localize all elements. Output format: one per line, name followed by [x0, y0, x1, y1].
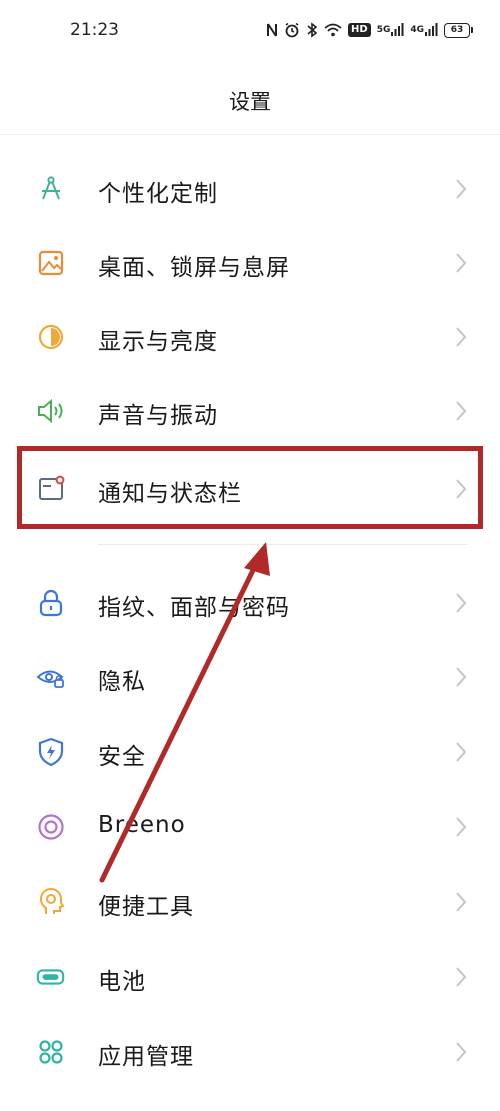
signal-4g-icon: 4G: [410, 20, 438, 40]
settings-item-label: 个性化定制: [98, 181, 218, 207]
status-time: 21:23: [70, 20, 119, 40]
header: 设置: [0, 62, 500, 135]
privacy-eye-icon: [36, 662, 66, 692]
breeno-icon: [36, 812, 66, 842]
settings-item-label: 桌面、锁屏与息屏: [98, 255, 290, 281]
bluetooth-icon: [306, 20, 318, 40]
brightness-icon: [36, 322, 66, 352]
settings-item-personalization[interactable]: 个性化定制: [0, 152, 500, 226]
section-divider: [98, 544, 468, 545]
chevron-right-icon: [454, 739, 468, 765]
status-bar: 21:23 HD 5G 4G 63: [0, 0, 500, 62]
wifi-icon: [324, 20, 342, 40]
chevron-right-icon: [454, 176, 468, 202]
nfc-icon: [266, 20, 278, 40]
lock-icon: [36, 588, 66, 618]
signal-5g-icon: 5G: [377, 20, 405, 40]
chevron-right-icon: [454, 1039, 468, 1065]
settings-item-privacy[interactable]: 隐私: [0, 640, 500, 714]
chevron-right-icon: [454, 814, 468, 840]
chevron-right-icon: [454, 964, 468, 990]
settings-item-shortcut-tools[interactable]: 便捷工具: [0, 865, 500, 939]
shortcut-tools-icon: [36, 887, 66, 917]
settings-item-label: 应用管理: [98, 1044, 194, 1070]
status-icons: HD 5G 4G 63: [266, 20, 473, 40]
speaker-icon: [36, 396, 66, 426]
settings-item-security[interactable]: 安全: [0, 715, 500, 789]
settings-item-label: Breeno: [98, 812, 186, 838]
chevron-right-icon: [454, 398, 468, 424]
hd-badge: HD: [348, 23, 371, 37]
settings-item-label: 便捷工具: [98, 894, 194, 920]
settings-item-desktop-lockscreen[interactable]: 桌面、锁屏与息屏: [0, 226, 500, 300]
chevron-right-icon: [454, 664, 468, 690]
wallpaper-icon: [36, 248, 66, 278]
settings-item-battery[interactable]: 电池: [0, 940, 500, 1014]
chevron-right-icon: [454, 889, 468, 915]
settings-item-sound-vibration[interactable]: 声音与振动: [0, 374, 500, 448]
chevron-right-icon: [454, 324, 468, 350]
settings-item-label: 隐私: [98, 669, 146, 695]
alarm-icon: [284, 20, 300, 40]
settings-item-label: 安全: [98, 744, 146, 770]
settings-item-fingerprint-face-password[interactable]: 指纹、面部与密码: [0, 566, 500, 640]
annotation-highlight-box: [17, 446, 483, 529]
page-title: 设置: [229, 90, 271, 114]
apps-grid-icon: [36, 1037, 66, 1067]
shield-icon: [36, 737, 66, 767]
settings-item-display-brightness[interactable]: 显示与亮度: [0, 300, 500, 374]
chevron-right-icon: [454, 590, 468, 616]
compass-icon: [36, 174, 66, 204]
settings-item-app-management[interactable]: 应用管理: [0, 1015, 500, 1089]
settings-item-label: 显示与亮度: [98, 329, 218, 355]
settings-item-label: 声音与振动: [98, 403, 218, 429]
settings-item-label: 指纹、面部与密码: [98, 595, 290, 621]
settings-item-breeno[interactable]: Breeno: [0, 790, 500, 864]
battery-indicator: 63: [444, 22, 473, 38]
chevron-right-icon: [454, 250, 468, 276]
battery-icon: [36, 962, 66, 992]
settings-item-label: 电池: [98, 969, 146, 995]
